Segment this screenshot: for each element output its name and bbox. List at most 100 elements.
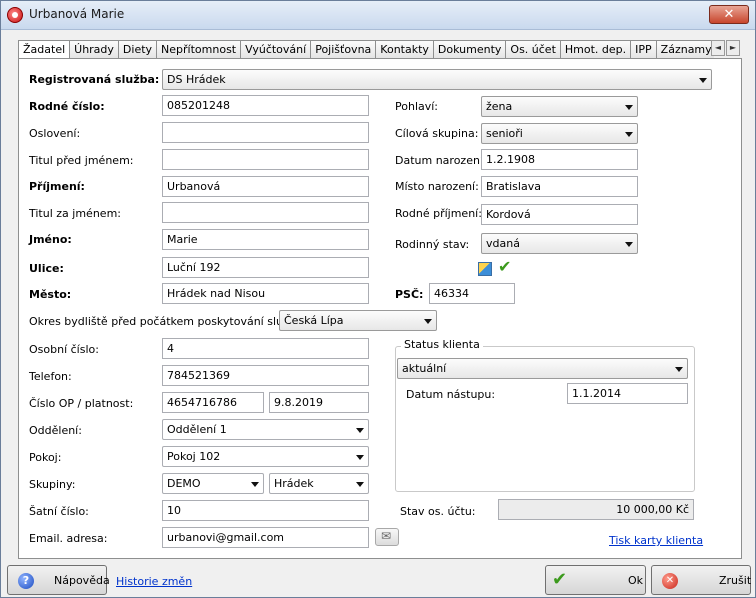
personal-number-field[interactable]: 4 [162,338,369,359]
entry-date-label: Datum nástupu: [406,388,496,401]
tab-strip: Žadatel Úhrady Diety Nepřítomnost Vyúčtování… [18,40,714,59]
room-label: Pokoj: [29,451,62,464]
tab-scroll-left-button[interactable]: ◄ [711,40,725,56]
cancel-button-label: Zrušit [719,574,752,587]
surname-label: Příjmení: [29,180,85,193]
surname-field[interactable]: Urbanová [162,176,369,197]
tab-zaznamy[interactable]: Záznamy [655,40,714,59]
phone-label: Telefon: [29,370,72,383]
marital-status-select[interactable]: vdaná [481,233,638,254]
target-group-label: Cílová skupina: [395,127,479,140]
marital-status-value: vdaná [486,237,520,250]
registered-service-select[interactable]: DS Hrádek [162,69,712,90]
registered-service-value: DS Hrádek [167,73,226,86]
department-label: Oddělení: [29,424,82,437]
tab-diety[interactable]: Diety [117,40,158,59]
groups-secondary-select[interactable]: Hrádek [269,473,369,494]
title-after-field[interactable] [162,202,369,223]
mail-icon[interactable] [375,528,399,546]
tab-os-ucet[interactable]: Os. účet [505,40,561,59]
check-icon[interactable]: ✔ [498,259,511,275]
maiden-name-field[interactable]: Kordová [481,204,638,225]
cancel-button[interactable]: ✕ Zrušit [651,565,751,595]
title-before-field[interactable] [162,149,369,170]
birth-date-field[interactable]: 1.2.1908 [481,149,638,170]
tab-hmot-dep[interactable]: Hmot. dep. [559,40,632,59]
birth-place-label: Místo narození: [395,180,479,193]
chevron-down-icon [675,367,683,372]
client-status-title: Status klienta [401,338,483,351]
city-field[interactable]: Hrádek nad Nisou [162,283,369,304]
first-name-field[interactable]: Marie [162,229,369,250]
chevron-down-icon [424,319,432,324]
help-button-label: Nápověda [54,574,110,587]
tab-ipp[interactable]: IPP [630,40,657,59]
close-button[interactable]: ✕ [709,5,749,24]
street-field[interactable]: Luční 192 [162,257,369,278]
title-before-label: Titul před jménem: [29,154,134,167]
salutation-field[interactable] [162,122,369,143]
tab-uhrady[interactable]: Úhrady [69,40,119,59]
chevron-down-icon [356,428,364,433]
id-card-label: Číslo OP / platnost: [29,397,134,410]
target-group-value: senioři [486,127,523,140]
chevron-down-icon [251,482,259,487]
account-balance-field: 10 000,00 Kč [498,499,694,520]
tab-scroll-right-button[interactable]: ► [726,40,740,56]
birth-place-field[interactable]: Bratislava [481,176,638,197]
district-select[interactable]: Česká Lípa [279,310,437,331]
registered-service-label: Registrovaná služba: [29,73,160,86]
app-icon [7,7,23,23]
marital-status-label: Rodinný stav: [395,238,470,251]
tab-zadatel[interactable]: Žadatel [18,40,71,59]
locker-label: Šatní číslo: [29,505,89,518]
ok-button[interactable]: ✔ Ok [545,565,646,595]
gender-value: žena [486,100,513,113]
title-bar: Urbanová Marie ✕ [1,1,755,30]
chevron-down-icon [625,105,633,110]
id-card-number-field[interactable]: 4654716786 [162,392,264,413]
salutation-label: Oslovení: [29,127,81,140]
department-select[interactable]: Oddělení 1 [162,419,369,440]
target-group-select[interactable]: senioři [481,123,638,144]
history-link[interactable]: Historie změn [116,575,192,588]
district-value: Česká Lípa [284,314,344,327]
tab-vyuctovani[interactable]: Vyúčtování [240,40,312,59]
window-title: Urbanová Marie [29,7,125,21]
print-card-link[interactable]: Tisk karty klienta [609,534,703,547]
address-lookup-icon[interactable] [478,262,492,276]
birth-number-field[interactable]: 085201248 [162,95,369,116]
zip-field[interactable]: 46334 [429,283,515,304]
help-button[interactable]: ? Nápověda [7,565,110,595]
zip-label: PSČ: [395,288,424,301]
email-field[interactable]: urbanovi@gmail.com [162,527,369,548]
title-after-label: Titul za jménem: [29,207,121,220]
tab-kontakty[interactable]: Kontakty [375,40,434,59]
tab-pojistovna[interactable]: Pojišťovna [310,40,377,59]
chevron-down-icon [699,78,707,83]
client-status-select[interactable]: aktuální [397,358,688,379]
groups-select[interactable]: DEMO [162,473,264,494]
help-icon: ? [18,573,34,589]
entry-date-field[interactable]: 1.1.2014 [567,383,688,404]
chevron-down-icon [356,482,364,487]
first-name-label: Jméno: [29,233,72,246]
locker-field[interactable]: 10 [162,500,369,521]
birth-date-label: Datum narození: [395,154,487,167]
ok-button-label: Ok [628,574,644,587]
groups-secondary-value: Hrádek [274,477,314,490]
gender-select[interactable]: žena [481,96,638,117]
chevron-down-icon [356,455,364,460]
maiden-name-label: Rodné příjmení: [395,207,482,220]
email-label: Email. adresa: [29,532,108,545]
city-label: Město: [29,288,72,301]
personal-number-label: Osobní číslo: [29,343,99,356]
id-card-validity-field[interactable]: 9.8.2019 [269,392,369,413]
room-select[interactable]: Pokoj 102 [162,446,369,467]
birth-number-label: Rodné číslo: [29,100,105,113]
phone-field[interactable]: 784521369 [162,365,369,386]
account-balance-label: Stav os. účtu: [400,505,476,518]
chevron-down-icon [625,242,633,247]
tab-dokumenty[interactable]: Dokumenty [432,40,507,59]
tab-nepritomnost[interactable]: Nepřítomnost [156,40,242,59]
